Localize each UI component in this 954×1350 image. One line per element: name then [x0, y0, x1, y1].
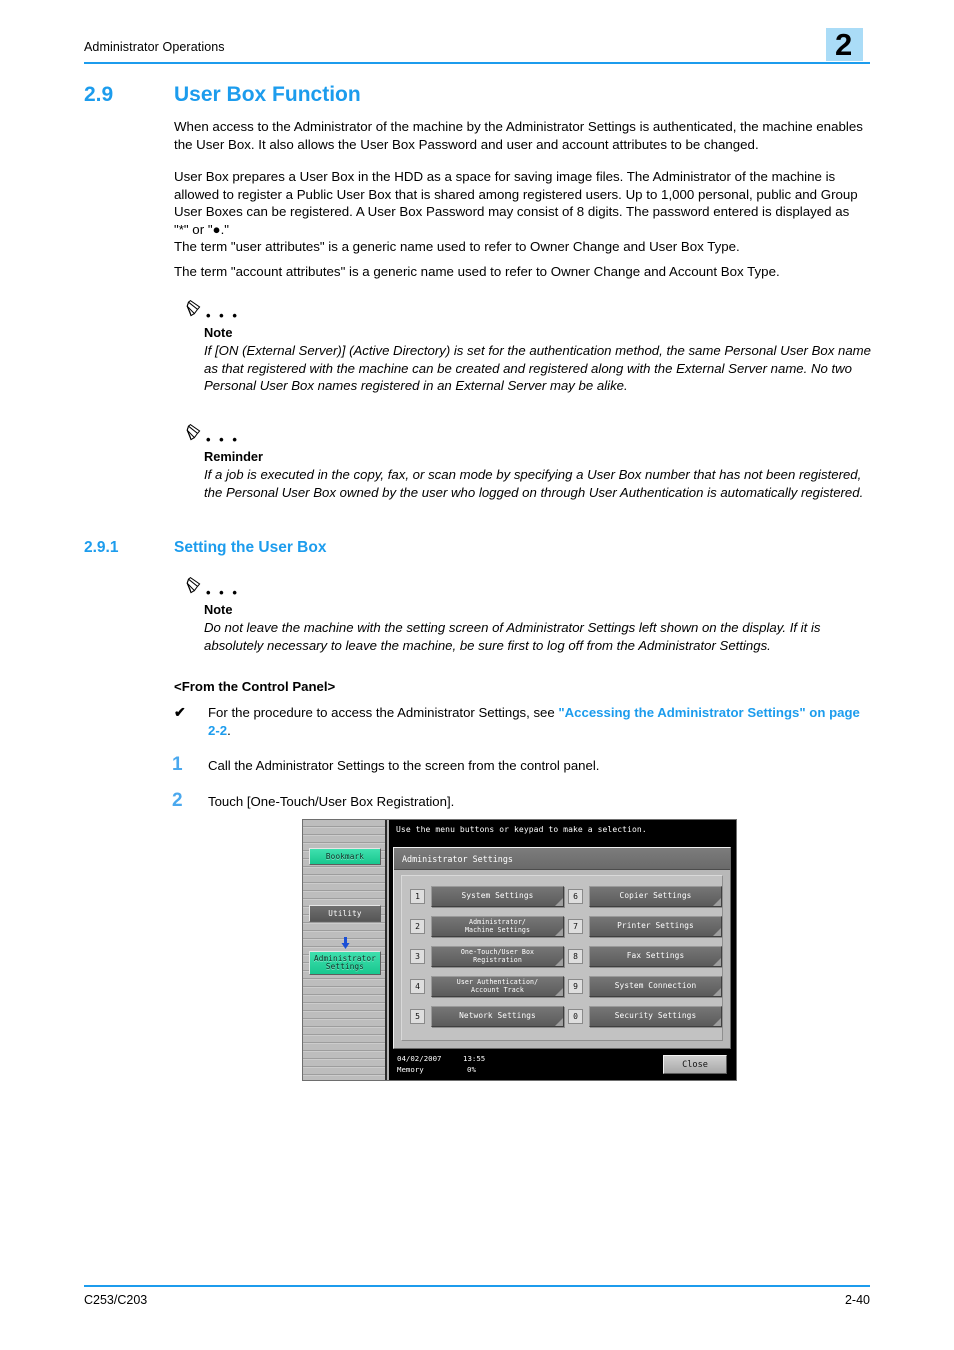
note-dots: • • •: [206, 432, 240, 447]
menu-key: 8: [568, 949, 583, 964]
menu-button-label[interactable]: Security Settings: [589, 1006, 722, 1027]
reminder-label: Reminder: [204, 449, 264, 464]
note-label: Note: [204, 325, 233, 340]
prerequisite-text: For the procedure to access the Administ…: [208, 704, 874, 739]
step-number: 1: [172, 754, 183, 775]
running-title: Administrator Operations: [84, 40, 225, 54]
note-body: If [ON (External Server)] (Active Direct…: [204, 343, 871, 394]
note-body: Do not leave the machine with the settin…: [204, 620, 821, 653]
menu-column-right: 6 Copier Settings 7 Printer Settings 8 F…: [568, 886, 722, 1036]
menu-key: 6: [568, 889, 583, 904]
control-panel-sidebar: Bookmark Utility Administrator Settings: [303, 820, 387, 1080]
menu-button-label[interactable]: One-Touch/User Box Registration: [431, 946, 564, 967]
panel-message: Use the menu buttons or keypad to make a…: [396, 825, 647, 834]
control-panel-status-bar: 04/02/2007 13:55 Memory 0% Close: [393, 1051, 731, 1078]
menu-item-system-connection[interactable]: 9 System Connection: [568, 976, 722, 997]
note-dots: • • •: [206, 585, 240, 600]
menu-key: 2: [410, 919, 425, 934]
administrator-settings-button[interactable]: Administrator Settings: [309, 951, 381, 975]
menu-button-label[interactable]: System Connection: [589, 976, 722, 997]
menu-key: 5: [410, 1009, 425, 1024]
footer-rule: [84, 1285, 870, 1287]
menu-item-one-touch-user-box-registration[interactable]: 3 One-Touch/User Box Registration: [410, 946, 564, 967]
status-memory-value: 0%: [467, 1065, 476, 1074]
menu-button-label[interactable]: System Settings: [431, 886, 564, 907]
menu-column-left: 1 System Settings 2 Administrator/ Machi…: [410, 886, 564, 1036]
header-rule: [84, 62, 870, 64]
page-header: Administrator Operations 2: [84, 27, 870, 70]
menu-item-system-settings[interactable]: 1 System Settings: [410, 886, 564, 907]
menu-button-label[interactable]: Network Settings: [431, 1006, 564, 1027]
subsection-number: 2.9.1: [84, 539, 119, 556]
status-memory-label: Memory: [397, 1065, 424, 1074]
section-number: 2.9: [84, 83, 114, 106]
menu-item-printer-settings[interactable]: 7 Printer Settings: [568, 916, 722, 937]
paragraph-4: The term "account attributes" is a gener…: [174, 264, 780, 279]
section-title: User Box Function: [174, 83, 361, 106]
utility-button[interactable]: Utility: [309, 905, 381, 922]
paragraph-3: The term "user attributes" is a generic …: [174, 239, 740, 254]
note-label: Note: [204, 602, 233, 617]
menu-key: 4: [410, 979, 425, 994]
status-time: 13:55: [463, 1054, 486, 1063]
status-date: 04/02/2007: [397, 1054, 442, 1063]
menu-item-fax-settings[interactable]: 8 Fax Settings: [568, 946, 722, 967]
footer-model: C253/C203: [84, 1293, 148, 1307]
menu-key: 3: [410, 949, 425, 964]
paragraph-1: When access to the Administrator of the …: [174, 119, 863, 152]
note-dots: • • •: [206, 308, 240, 323]
administrator-settings-card: Administrator Settings 1 System Settings…: [393, 847, 731, 1049]
card-title: Administrator Settings: [394, 848, 730, 870]
footer-page-number: 2-40: [844, 1293, 870, 1307]
menu-button-label[interactable]: Administrator/ Machine Settings: [431, 916, 564, 937]
chapter-number: 2: [835, 27, 852, 62]
bookmark-button[interactable]: Bookmark: [309, 848, 381, 865]
page-footer: C253/C203 2-40: [84, 1285, 870, 1315]
paragraph-2: User Box prepares a User Box in the HDD …: [174, 169, 858, 237]
menu-item-security-settings[interactable]: 0 Security Settings: [568, 1006, 722, 1027]
menu-key: 7: [568, 919, 583, 934]
card-body: 1 System Settings 2 Administrator/ Machi…: [401, 875, 723, 1041]
menu-key: 0: [568, 1009, 583, 1024]
menu-button-label[interactable]: User Authentication/ Account Track: [431, 976, 564, 997]
check-icon: ✔: [174, 704, 186, 720]
subsection-title: Setting the User Box: [174, 539, 327, 556]
control-panel-screenshot: Bookmark Utility Administrator Settings …: [302, 819, 737, 1081]
prerequisite-text-before: For the procedure to access the Administ…: [208, 705, 559, 720]
step-text: Touch [One-Touch/User Box Registration].: [208, 794, 455, 809]
menu-button-label[interactable]: Printer Settings: [589, 916, 722, 937]
menu-key: 9: [568, 979, 583, 994]
menu-item-network-settings[interactable]: 5 Network Settings: [410, 1006, 564, 1027]
step-number: 2: [172, 790, 183, 811]
procedure-heading: <From the Control Panel>: [174, 679, 336, 694]
close-button[interactable]: Close: [663, 1055, 727, 1074]
menu-item-user-authentication-account-track[interactable]: 4 User Authentication/ Account Track: [410, 976, 564, 997]
prerequisite-text-after: .: [227, 722, 231, 738]
menu-button-label[interactable]: Copier Settings: [589, 886, 722, 907]
step-text: Call the Administrator Settings to the s…: [208, 758, 600, 773]
menu-item-administrator-machine-settings[interactable]: 2 Administrator/ Machine Settings: [410, 916, 564, 937]
menu-key: 1: [410, 889, 425, 904]
control-panel-main: Use the menu buttons or keypad to make a…: [389, 820, 736, 1080]
menu-item-copier-settings[interactable]: 6 Copier Settings: [568, 886, 722, 907]
menu-button-label[interactable]: Fax Settings: [589, 946, 722, 967]
reminder-body: If a job is executed in the copy, fax, o…: [204, 467, 864, 500]
